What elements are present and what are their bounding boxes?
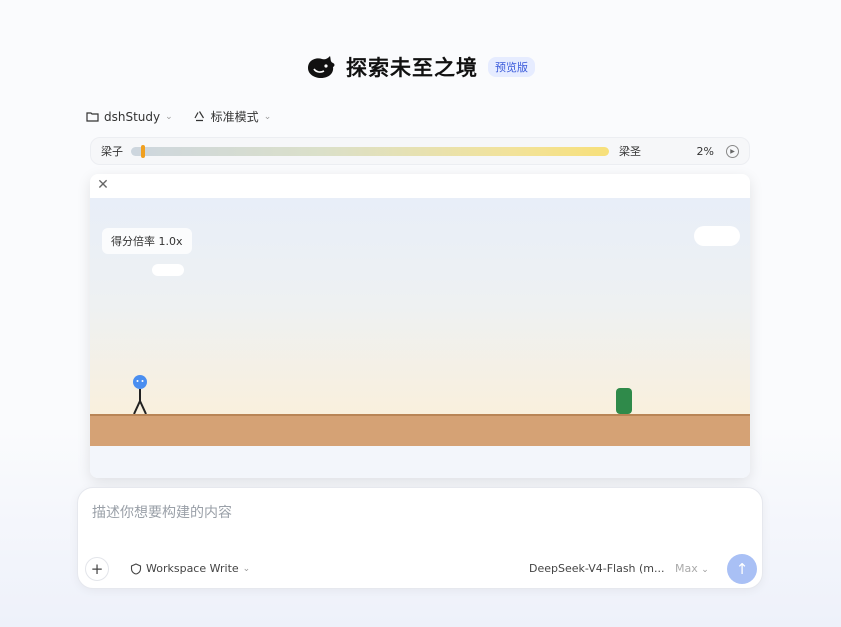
chevron-down-icon: ⌄	[242, 563, 251, 574]
brand-header: 探索未至之境 预览版	[0, 52, 841, 82]
game-ground	[90, 414, 750, 446]
level-progress-bar: 梁子 梁圣 2% ▶	[90, 137, 750, 165]
progress-percent: 2%	[696, 144, 714, 158]
prompt-input[interactable]: 描述你想要构建的内容	[92, 502, 232, 522]
close-icon[interactable]: ✕	[96, 178, 110, 192]
arrow-up-icon: ↑	[735, 560, 749, 578]
folder-icon	[86, 112, 99, 122]
chevron-down-icon: ⌄	[165, 111, 173, 122]
game-sky: 得分倍率 1.0x	[90, 198, 750, 414]
cactus-obstacle	[616, 388, 632, 414]
model-label: DeepSeek-V4-Flash (m...	[529, 562, 665, 575]
prompt-composer: 描述你想要构建的内容 + Workspace Write ⌄ DeepSeek-…	[77, 487, 763, 589]
effort-label: Max	[675, 562, 698, 575]
add-attachment-button[interactable]: +	[85, 557, 109, 581]
workspace-permission-selector[interactable]: Workspace Write ⌄	[130, 562, 250, 575]
progress-thumb	[140, 144, 145, 158]
model-selector[interactable]: DeepSeek-V4-Flash (m...	[529, 562, 665, 575]
cloud	[694, 226, 740, 246]
workspace-label: Workspace Write	[146, 562, 239, 575]
whale-icon	[308, 56, 335, 78]
chevron-down-icon: ⌄	[263, 111, 272, 122]
cloud	[152, 264, 184, 276]
mode-selector[interactable]: 标准模式 ⌄	[193, 108, 272, 125]
game-preview-panel: ✕ 得分倍率 1.0x	[90, 174, 750, 478]
send-button[interactable]: ↑	[727, 554, 757, 584]
recycle-icon	[194, 111, 204, 122]
chevron-down-icon: ⌄	[701, 565, 709, 575]
player-character	[133, 375, 147, 414]
folder-selector[interactable]: dshStudy ⌄	[86, 108, 173, 125]
folder-label: dshStudy	[104, 109, 161, 124]
mode-label: 标准模式	[210, 110, 259, 124]
progress-track	[131, 144, 609, 158]
shield-icon	[130, 562, 142, 575]
play-icon[interactable]: ▶	[726, 144, 739, 158]
effort-selector[interactable]: Max ⌄	[675, 562, 709, 575]
progress-start-label: 梁子	[101, 145, 123, 158]
score-multiplier: 得分倍率 1.0x	[102, 228, 192, 254]
page-title: 探索未至之境	[346, 56, 478, 80]
preview-badge: 预览版	[488, 57, 535, 77]
toolbar: dshStudy ⌄ 标准模式 ⌄	[86, 108, 271, 125]
progress-end-label: 梁圣	[619, 145, 641, 158]
game-footer	[90, 446, 750, 478]
